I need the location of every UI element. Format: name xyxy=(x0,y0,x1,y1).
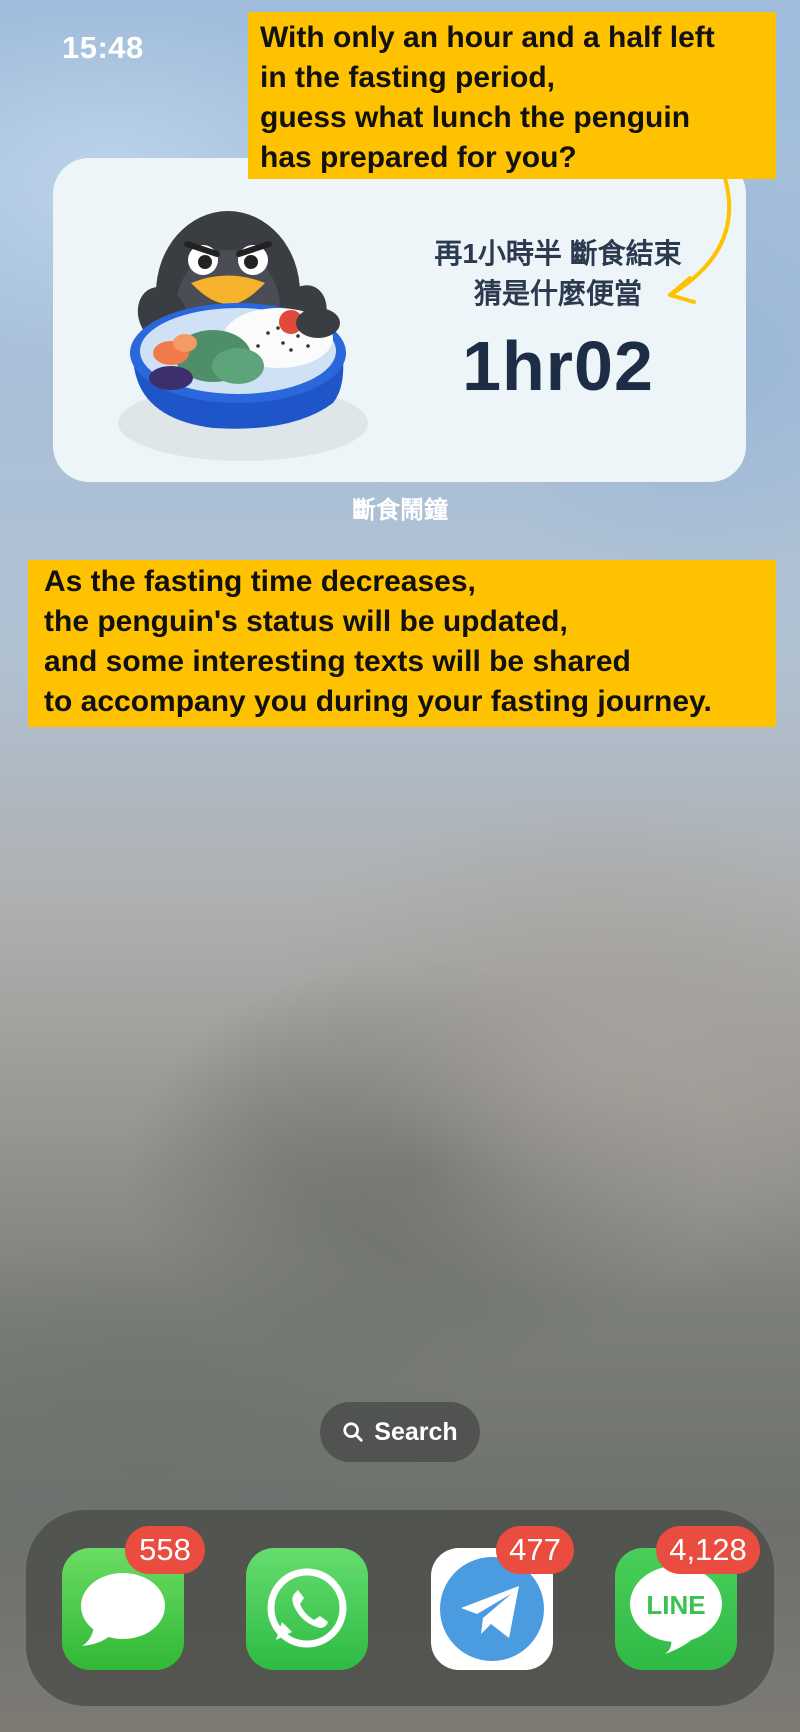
telegram-badge: 477 xyxy=(496,1526,574,1574)
note-top-line: guess what lunch the penguin xyxy=(260,101,691,134)
status-bar-time: 15:48 xyxy=(62,30,144,65)
whatsapp-app[interactable] xyxy=(246,1548,368,1670)
note-top-line: in the fasting period, xyxy=(260,61,556,94)
search-icon xyxy=(343,1422,363,1442)
note-middle-line: to accompany you during your fasting jou… xyxy=(44,685,712,718)
penguin-bento-illustration xyxy=(118,211,368,461)
whatsapp-icon xyxy=(267,1568,347,1648)
fasting-alarm-widget[interactable]: 再1小時半 斷食結束 猜是什麼便當 1hr02 xyxy=(53,158,746,482)
note-top-line: With only an hour and a half left xyxy=(260,21,715,54)
widget-app-label: 斷食鬧鐘 xyxy=(352,497,448,524)
annotation-note-middle: As the fasting time decreases, the pengu… xyxy=(28,560,776,727)
messages-badge: 558 xyxy=(125,1526,205,1574)
note-middle-line: the penguin's status will be updated, xyxy=(44,605,568,638)
note-middle-line: and some interesting texts will be share… xyxy=(44,645,631,678)
search-label: Search xyxy=(374,1417,458,1446)
line-badge: 4,128 xyxy=(656,1526,760,1574)
widget-countdown: 1hr02 xyxy=(462,327,654,405)
annotation-arrow-icon xyxy=(668,176,732,304)
line-logo-text: LINE xyxy=(646,1590,705,1620)
spotlight-search-button[interactable]: Search xyxy=(320,1402,480,1462)
annotation-note-top: With only an hour and a half left in the… xyxy=(248,12,776,179)
note-middle-line: As the fasting time decreases, xyxy=(44,565,476,598)
